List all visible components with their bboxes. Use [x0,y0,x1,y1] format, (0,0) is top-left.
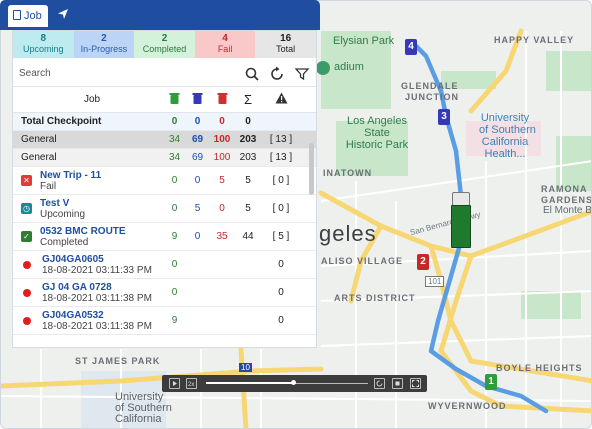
header-green-icon [163,92,186,107]
table-row-total-checkpoint[interactable]: Total Checkpoint 0 0 0 0 [13,113,316,131]
map-label-elysian-park: Elysian Park [333,35,395,47]
header-red-icon [209,92,235,107]
playback-slider-handle[interactable] [291,380,297,385]
map-label-st-james: ST JAMES PARK [75,356,161,366]
map-label-la-park-2: State [364,127,390,139]
blue-bin-icon [192,93,203,104]
map-shield-10: 10 [239,363,252,372]
map-label-angeles: geles [319,221,377,246]
map-label-usc-3: California [115,413,162,425]
header-blue-icon [186,92,209,107]
svg-text:2x: 2x [188,382,194,388]
map-label-usch-1: University [480,112,530,124]
search-label[interactable]: Search [19,68,235,79]
warning-icon [275,92,287,104]
vehicle-name-link[interactable]: GJ04GA0532 [42,310,152,321]
play-button[interactable] [169,378,180,389]
red-bin-icon [217,93,227,104]
checkpoint-pin-2[interactable]: 2 [417,254,429,270]
vehicle-status-dot-icon [23,288,31,297]
map-label-wyvernwood: WYVERNWOOD [428,401,507,411]
checkpoint-pin-3[interactable]: 3 [438,109,450,125]
job-name-link[interactable]: 0532 BMC ROUTE [40,226,126,237]
map-label-usch-2: of Southern [479,124,536,136]
vehicle-name-link[interactable]: GJ 04 GA 0728 [42,282,152,293]
refresh-icon[interactable] [269,66,285,82]
map-label-glendale-2: JUNCTION [405,92,460,102]
vehicle-truck-icon[interactable] [451,192,471,248]
summary-total[interactable]: 16 Total [255,31,316,58]
sigma-icon: Σ [243,92,253,107]
map-label-aliso: ALISO VILLAGE [321,256,404,266]
table-row-job[interactable]: ◷ Test V Upcoming 0 5 0 5 [ 0 ] [13,195,316,223]
table-row-vehicle[interactable]: GJ04GA0532 18-08-2021 03:11:38 PM 9 0 [13,307,316,335]
summary-fail[interactable]: 4 Fail [194,31,256,58]
table-header: Job Σ [13,87,316,113]
map-label-usch-4: Health... [484,148,526,160]
map-label-la-park-3: Historic Park [345,139,409,151]
stop-icon [395,381,400,386]
navigation-arrow-icon[interactable] [56,7,70,21]
table-row-job[interactable]: ✓ 0532 BMC ROUTE Completed 9 0 35 44 [ 5… [13,223,316,251]
vehicle-status-dot-icon [23,316,31,325]
map-label-usch-3: California [481,136,529,148]
vehicle-name-link[interactable]: GJ04GA0605 [42,254,152,265]
map-shield-101: 101 [425,276,445,287]
speed-icon: 2x [188,382,194,388]
fail-status-icon: ✕ [21,175,32,186]
search-bar[interactable]: Search [13,61,316,87]
checkpoint-pin-1[interactable]: 1 [485,374,497,390]
job-name-link[interactable]: New Trip - 11 [40,170,101,181]
map-label-glendale-1: GLENDALE [401,81,459,91]
filter-settings-icon[interactable] [294,66,310,82]
fullscreen-button[interactable] [410,378,421,389]
map-label-ramona-1: RAMONA [541,184,588,194]
map-label-el-monte: El Monte Bu [543,205,592,216]
completed-status-icon: ✓ [21,231,32,242]
table-row-general-group[interactable]: General 34 69 100 203 [ 13 ] [13,131,316,149]
job-panel: 8 Upcoming 2 In-Progress 2 Completed 4 Fail … [12,30,317,348]
status-summary: 8 Upcoming 2 In-Progress 2 Completed 4 Fail … [13,31,316,58]
map-label-boyle-heights: BOYLE HEIGHTS [496,363,583,373]
table-row-general[interactable]: General 34 69 100 203 [ 13 ] [13,149,316,167]
summary-upcoming[interactable]: 8 Upcoming [13,31,74,58]
map-label-ramona-2: GARDENS [541,195,592,205]
map-label-chinatown: INATOWN [323,168,373,178]
search-icon[interactable] [244,66,260,82]
clipboard-icon [13,10,21,20]
header-job: Job [83,94,101,105]
checkpoint-pin-4[interactable]: 4 [405,39,417,55]
playback-progress [206,382,294,384]
play-icon [173,381,177,386]
tab-job[interactable]: Job [8,5,48,27]
panel-scrollbar[interactable] [309,143,314,195]
map-label-arts-district: ARTS DISTRICT [334,293,416,303]
map-label-la-park-1: Los Angeles [347,115,407,127]
rewind-button[interactable] [374,378,385,389]
job-name-link[interactable]: Test V [40,198,85,209]
map-label-stadium: adium [334,61,364,73]
map-label-happy-valley: HAPPY VALLEY [494,35,575,45]
reset-icon [376,380,383,387]
green-bin-icon [169,93,180,104]
summary-completed[interactable]: 2 Completed [134,31,195,58]
upcoming-status-icon: ◷ [21,203,32,214]
header-warning-icon [261,92,301,107]
summary-in-progress[interactable]: 2 In-Progress [73,31,135,58]
top-tab-bar: Job [0,0,320,30]
playback-controls: 2x [162,375,427,392]
expand-icon [412,380,419,387]
stop-button[interactable] [392,378,403,389]
table-row-vehicle[interactable]: GJ04GA0605 18-08-2021 03:11:33 PM 0 0 [13,251,316,279]
table-row-job[interactable]: ✕ New Trip - 11 Fail 0 0 5 5 [ 0 ] [13,167,316,195]
table-row-vehicle[interactable]: GJ 04 GA 0728 18-08-2021 03:11:38 PM 0 0 [13,279,316,307]
vehicle-status-dot-icon [23,260,31,269]
speed-button[interactable]: 2x [186,378,197,389]
